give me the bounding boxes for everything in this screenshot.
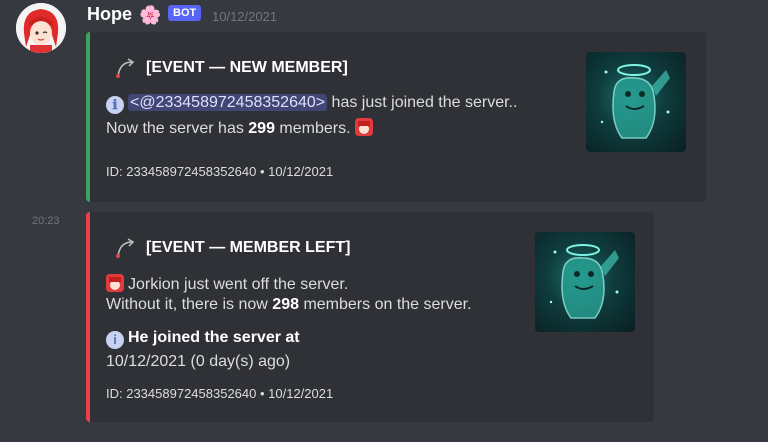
member-count: 299	[248, 120, 275, 137]
embed-description-line-2: Without it, there is now 298 members on …	[106, 296, 472, 314]
embed-description-line-2: Now the server has 299 members.	[106, 118, 377, 138]
message-timestamp: 10/12/2021	[212, 9, 278, 24]
user-emoji-icon	[355, 118, 374, 136]
embed-description-line-1: ℹ <@233458972458352640> has just joined t…	[106, 94, 517, 114]
embed-description-line-1: Jorkion just went off the server.	[106, 274, 348, 294]
embed-author-icon	[116, 238, 135, 258]
embed-footer: ID: 233458972458352640 • 10/12/2021	[106, 164, 334, 179]
embed-accent-bar	[86, 212, 90, 422]
info-icon: i	[106, 331, 124, 349]
leave-text: Jorkion just went off the server.	[128, 276, 349, 293]
embed-author-icon	[116, 58, 135, 78]
bot-badge: BOT	[168, 5, 202, 21]
user-mention[interactable]: <@233458972458352640>	[128, 94, 328, 111]
embed-thumbnail[interactable]	[535, 232, 635, 332]
member-count: 298	[272, 296, 299, 313]
embed-new-member: [EVENT — NEW MEMBER] ℹ <@2334589724583526…	[86, 32, 706, 202]
field-name-text: He joined the server at	[128, 329, 300, 346]
embed-accent-bar	[86, 32, 90, 202]
embed-thumbnail[interactable]	[586, 52, 686, 152]
flower-emoji-icon: 🌸	[139, 5, 162, 25]
author-avatar[interactable]	[16, 3, 66, 53]
info-icon: ℹ	[106, 96, 124, 114]
join-text: has just joined the server..	[327, 94, 518, 111]
member-count-suffix: members.	[274, 120, 351, 137]
hover-timestamp: 20:23	[32, 215, 60, 227]
member-count-prefix: Now the server has	[106, 120, 249, 137]
author-name[interactable]: Hope	[87, 4, 132, 25]
embed-footer: ID: 233458972458352640 • 10/12/2021	[106, 386, 334, 401]
embed-member-left: [EVENT — MEMBER LEFT] Jorkion just went …	[86, 212, 654, 422]
member-count-prefix: Without it, there is now	[106, 296, 273, 313]
embed-field-value: 10/12/2021 (0 day(s) ago)	[106, 353, 291, 370]
embed-field-name: i He joined the server at	[106, 329, 300, 349]
embed-title: [EVENT — MEMBER LEFT]	[146, 239, 351, 256]
member-count-suffix: members on the server.	[299, 296, 472, 313]
embed-title: [EVENT — NEW MEMBER]	[146, 59, 348, 76]
user-emoji-icon	[106, 274, 124, 292]
